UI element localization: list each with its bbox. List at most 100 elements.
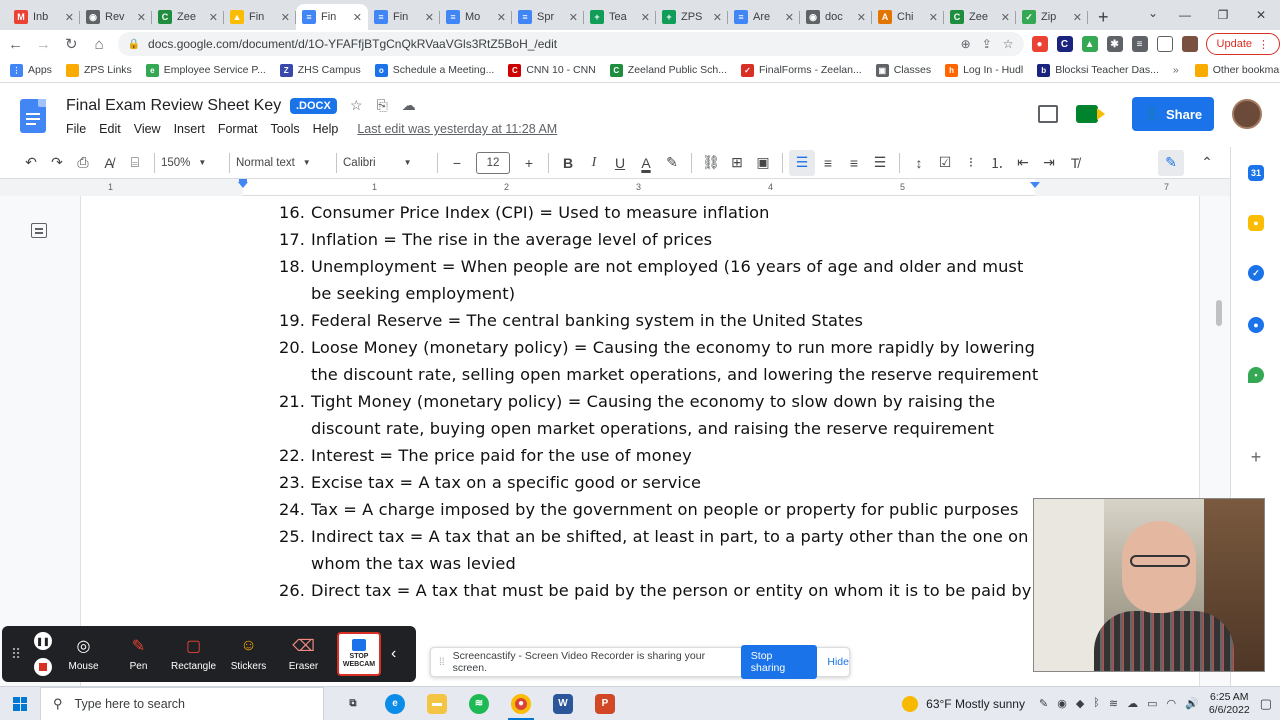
align-right-icon[interactable]: ≡ bbox=[841, 150, 867, 176]
pause-icon[interactable]: ❚❚ bbox=[34, 632, 52, 650]
battery-icon[interactable]: ▭ bbox=[1147, 697, 1157, 710]
browser-tab[interactable]: ◉ doc ✕ bbox=[800, 4, 872, 30]
numbered-list-icon[interactable]: ⒈ bbox=[984, 150, 1010, 176]
taskbar-search[interactable]: ⚲ Type here to search bbox=[40, 686, 324, 720]
drive-extension-icon[interactable]: ▲ bbox=[1081, 36, 1098, 52]
stop-recording-icon[interactable] bbox=[34, 658, 52, 676]
paint-format-icon[interactable]: ⌸ bbox=[122, 150, 148, 176]
file-explorer-icon[interactable]: ▬ bbox=[416, 687, 458, 720]
reload-icon[interactable]: ↻ bbox=[59, 32, 84, 56]
bookmark-item[interactable]: ZPS Links bbox=[65, 63, 132, 77]
user-avatar[interactable] bbox=[1232, 99, 1262, 129]
powerpoint-icon[interactable]: P bbox=[584, 687, 626, 720]
close-tab-icon[interactable]: ✕ bbox=[713, 11, 722, 24]
menu-tools[interactable]: Tools bbox=[270, 122, 299, 136]
chrome-tray-icon[interactable]: ◉ bbox=[1057, 697, 1067, 710]
clear-formatting-icon[interactable]: T̸ bbox=[1062, 150, 1088, 176]
stickers-tool[interactable]: ☺ Stickers bbox=[221, 636, 276, 672]
dropbox-icon[interactable]: ◆ bbox=[1076, 697, 1084, 710]
stop-webcam-button[interactable]: STOP WEBCAM bbox=[337, 632, 381, 676]
close-tab-icon[interactable]: ✕ bbox=[209, 11, 218, 24]
chrome-icon[interactable]: ● bbox=[500, 687, 542, 720]
menu-view[interactable]: View bbox=[134, 122, 161, 136]
editing-mode-icon[interactable]: ✎ bbox=[1158, 149, 1184, 176]
close-tab-icon[interactable]: ✕ bbox=[1001, 11, 1010, 24]
other-bookmarks[interactable]: Other bookmarks bbox=[1194, 63, 1280, 77]
maps-icon[interactable]: • bbox=[1248, 367, 1264, 383]
bookmark-item[interactable]: Z ZHS Campus bbox=[279, 63, 361, 77]
decrease-font-size-icon[interactable]: − bbox=[444, 150, 470, 176]
keep-icon[interactable]: ● bbox=[1248, 215, 1264, 231]
bookmark-item[interactable]: C CNN 10 - CNN bbox=[508, 63, 596, 77]
italic-icon[interactable]: I bbox=[581, 150, 607, 176]
share-page-icon[interactable]: ⇪ bbox=[982, 37, 992, 51]
close-tab-icon[interactable]: ✕ bbox=[785, 11, 794, 24]
bookmark-item[interactable]: h Log In - Hudl bbox=[945, 63, 1023, 77]
browser-tab[interactable]: M Inb ✕ bbox=[8, 4, 80, 30]
close-tab-icon[interactable]: ✕ bbox=[1073, 11, 1082, 24]
decrease-indent-icon[interactable]: ⇤ bbox=[1010, 150, 1036, 176]
screencastify-extension-icon[interactable]: ● bbox=[1031, 36, 1048, 52]
right-indent-marker[interactable] bbox=[1030, 182, 1040, 188]
drag-handle-icon[interactable]: ⠿ bbox=[2, 646, 30, 663]
highlight-icon[interactable]: ✎ bbox=[659, 150, 685, 176]
close-tab-icon[interactable]: ✕ bbox=[425, 11, 434, 24]
bookmark-item[interactable]: ✓ FinalForms - Zeelan... bbox=[741, 63, 862, 77]
maximize-icon[interactable]: ❐ bbox=[1204, 0, 1242, 30]
spotify-tray-icon[interactable]: ≋ bbox=[1109, 697, 1118, 710]
underline-icon[interactable]: U bbox=[607, 150, 633, 176]
browser-tab[interactable]: ≡ Fin ✕ bbox=[368, 4, 440, 30]
browser-tab[interactable]: C Zee ✕ bbox=[152, 4, 224, 30]
hide-button[interactable]: Hide bbox=[827, 656, 849, 668]
close-tab-icon[interactable]: ✕ bbox=[857, 11, 866, 24]
insert-comment-icon[interactable]: ⊞ bbox=[724, 150, 750, 176]
align-center-icon[interactable]: ≡ bbox=[815, 150, 841, 176]
bookmark-star-icon[interactable]: ☆ bbox=[1003, 37, 1014, 51]
pen-tray-icon[interactable]: ✎ bbox=[1039, 697, 1048, 710]
font-select[interactable]: Calibri ▼ bbox=[343, 157, 431, 169]
eraser-tool[interactable]: ⌫ Eraser bbox=[276, 636, 331, 672]
last-edit-link[interactable]: Last edit was yesterday at 11:28 AM bbox=[357, 122, 557, 136]
mouse-tool[interactable]: ◎ Mouse bbox=[56, 636, 111, 672]
line-spacing-icon[interactable]: ↕ bbox=[906, 150, 932, 176]
browser-tab[interactable]: C Zee ✕ bbox=[944, 4, 1016, 30]
style-select[interactable]: Normal text ▼ bbox=[236, 157, 330, 169]
update-button[interactable]: Update ⋮ bbox=[1205, 33, 1280, 55]
move-folder-icon[interactable]: ⎘ bbox=[377, 97, 388, 114]
browser-tab[interactable]: ≡ Spr ✕ bbox=[512, 4, 584, 30]
close-tab-icon[interactable]: ✕ bbox=[65, 11, 74, 24]
docs-logo-icon[interactable] bbox=[20, 99, 46, 133]
cloud-status-icon[interactable]: ☁ bbox=[402, 97, 416, 114]
address-bar[interactable]: 🔒 docs.google.com/document/d/1O-YFAFfjBT… bbox=[117, 32, 1024, 56]
wifi-icon[interactable]: ◠ bbox=[1167, 697, 1177, 710]
close-tab-icon[interactable]: ✕ bbox=[497, 11, 506, 24]
edge-icon[interactable]: e bbox=[374, 687, 416, 720]
stop-sharing-button[interactable]: Stop sharing bbox=[740, 645, 818, 679]
pen-tool[interactable]: ✎ Pen bbox=[111, 636, 166, 672]
zoom-icon[interactable]: ⊕ bbox=[961, 37, 971, 51]
document-outline-icon[interactable] bbox=[31, 223, 47, 238]
side-panel-icon[interactable] bbox=[1156, 36, 1173, 52]
browser-tab[interactable]: ◉ Rev ✕ bbox=[80, 4, 152, 30]
back-icon[interactable]: ← bbox=[3, 32, 28, 56]
close-tab-icon[interactable]: ✕ bbox=[569, 11, 578, 24]
browser-tab[interactable]: ▲ Fin ✕ bbox=[224, 4, 296, 30]
add-ons-plus-icon[interactable]: + bbox=[1248, 447, 1264, 467]
share-button[interactable]: 👤 Share bbox=[1132, 97, 1214, 131]
zoom-select[interactable]: 150% ▼ bbox=[161, 157, 223, 169]
spotify-icon[interactable]: ≋ bbox=[458, 687, 500, 720]
forward-icon[interactable]: → bbox=[31, 32, 56, 56]
browser-tab[interactable]: + Tea ✕ bbox=[584, 4, 656, 30]
insert-image-icon[interactable]: ▣ bbox=[750, 150, 776, 176]
minimize-icon[interactable]: — bbox=[1166, 0, 1204, 30]
calendar-icon[interactable]: 31 bbox=[1248, 165, 1264, 181]
collapse-toolbar-icon[interactable]: ‹ bbox=[391, 645, 396, 663]
reading-list-icon[interactable]: ≡ bbox=[1131, 36, 1148, 52]
webcam-overlay[interactable] bbox=[1033, 498, 1265, 672]
print-icon[interactable]: ⎙ bbox=[70, 150, 96, 176]
bulleted-list-icon[interactable]: ⁝ bbox=[958, 150, 984, 176]
lock-icon[interactable]: 🔒 bbox=[128, 39, 140, 50]
collapse-menus-icon[interactable]: ⌃ bbox=[1194, 150, 1220, 176]
onedrive-icon[interactable]: ☁ bbox=[1127, 697, 1138, 710]
menu-format[interactable]: Format bbox=[218, 122, 258, 136]
